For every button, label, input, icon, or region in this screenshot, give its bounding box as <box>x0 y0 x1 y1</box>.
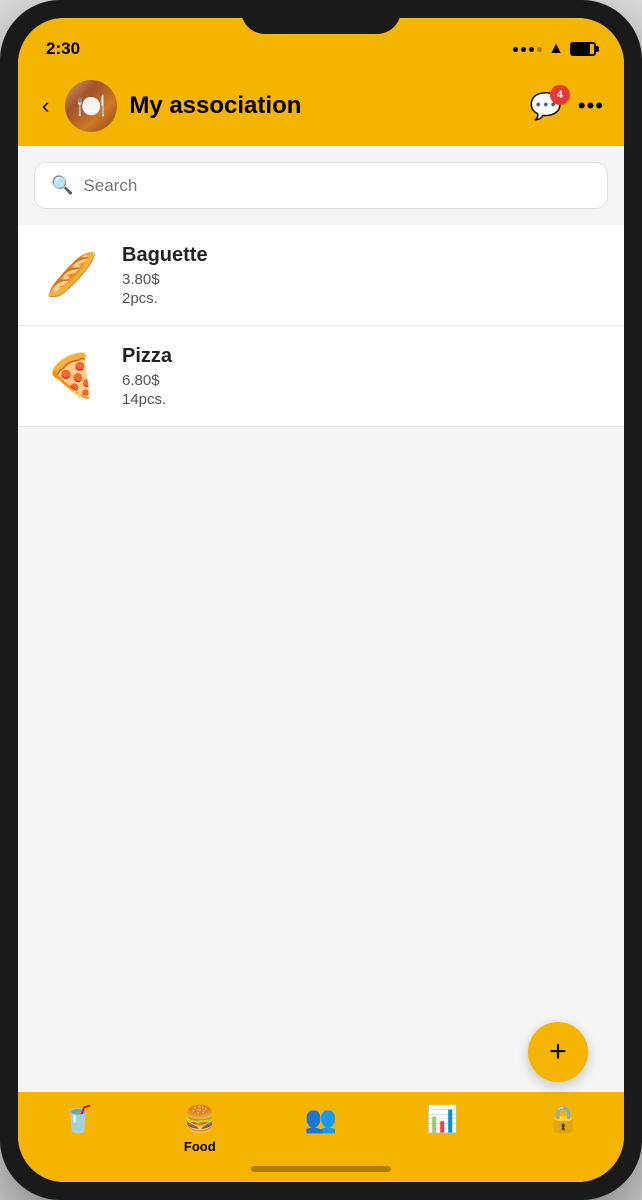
add-button[interactable]: + <box>528 1022 588 1082</box>
wifi-icon: ▲ <box>548 40 564 58</box>
more-button[interactable]: ••• <box>578 93 604 119</box>
item-price: 3.80$ <box>122 271 604 288</box>
home-bar <box>251 1166 391 1172</box>
status-time: 2:30 <box>46 39 80 59</box>
header: ‹ 🍽️ My association 💬 4 ••• <box>18 70 624 146</box>
nav-item-settings[interactable]: 🔒 <box>533 1104 593 1135</box>
search-input[interactable] <box>83 176 591 196</box>
item-name: Baguette <box>122 244 604 267</box>
item-info-baguette: Baguette 3.80$ 2pcs. <box>122 244 604 307</box>
nav-item-drinks[interactable]: 🥤 <box>49 1104 109 1135</box>
item-name: Pizza <box>122 345 604 368</box>
item-image-baguette: 🥖 <box>38 241 106 309</box>
item-qty: 2pcs. <box>122 290 604 307</box>
page-title: My association <box>129 92 517 120</box>
status-icons: ▲ <box>513 40 596 58</box>
settings-icon: 🔒 <box>547 1104 579 1135</box>
search-bar[interactable]: 🔍 <box>34 162 608 209</box>
nav-item-stats[interactable]: 📊 <box>412 1104 472 1135</box>
search-container: 🔍 <box>18 146 624 217</box>
main-content: 🔍 🥖 Baguette 3.80$ 2pcs. 🍕 <box>18 146 624 1092</box>
avatar: 🍽️ <box>65 80 117 132</box>
item-price: 6.80$ <box>122 372 604 389</box>
nav-item-people[interactable]: 👥 <box>291 1104 351 1135</box>
stats-icon: 📊 <box>426 1104 458 1135</box>
battery-icon <box>570 42 596 56</box>
header-actions: 💬 4 ••• <box>530 91 604 122</box>
drinks-icon: 🥤 <box>62 1104 94 1135</box>
people-icon: 👥 <box>305 1104 337 1135</box>
items-list: 🥖 Baguette 3.80$ 2pcs. 🍕 Pizza 6.80$ 14p… <box>18 225 624 427</box>
notifications-button[interactable]: 💬 4 <box>530 91 562 122</box>
table-row[interactable]: 🥖 Baguette 3.80$ 2pcs. <box>18 225 624 326</box>
signal-icon <box>513 47 542 52</box>
nav-item-food[interactable]: 🍔 Food <box>170 1104 230 1154</box>
search-icon: 🔍 <box>51 175 73 196</box>
notification-badge: 4 <box>550 85 570 105</box>
food-icon: 🍔 <box>184 1104 216 1135</box>
table-row[interactable]: 🍕 Pizza 6.80$ 14pcs. <box>18 326 624 427</box>
item-info-pizza: Pizza 6.80$ 14pcs. <box>122 345 604 408</box>
back-button[interactable]: ‹ <box>38 89 53 123</box>
item-qty: 14pcs. <box>122 391 604 408</box>
item-image-pizza: 🍕 <box>38 342 106 410</box>
nav-label-food: Food <box>184 1139 216 1154</box>
